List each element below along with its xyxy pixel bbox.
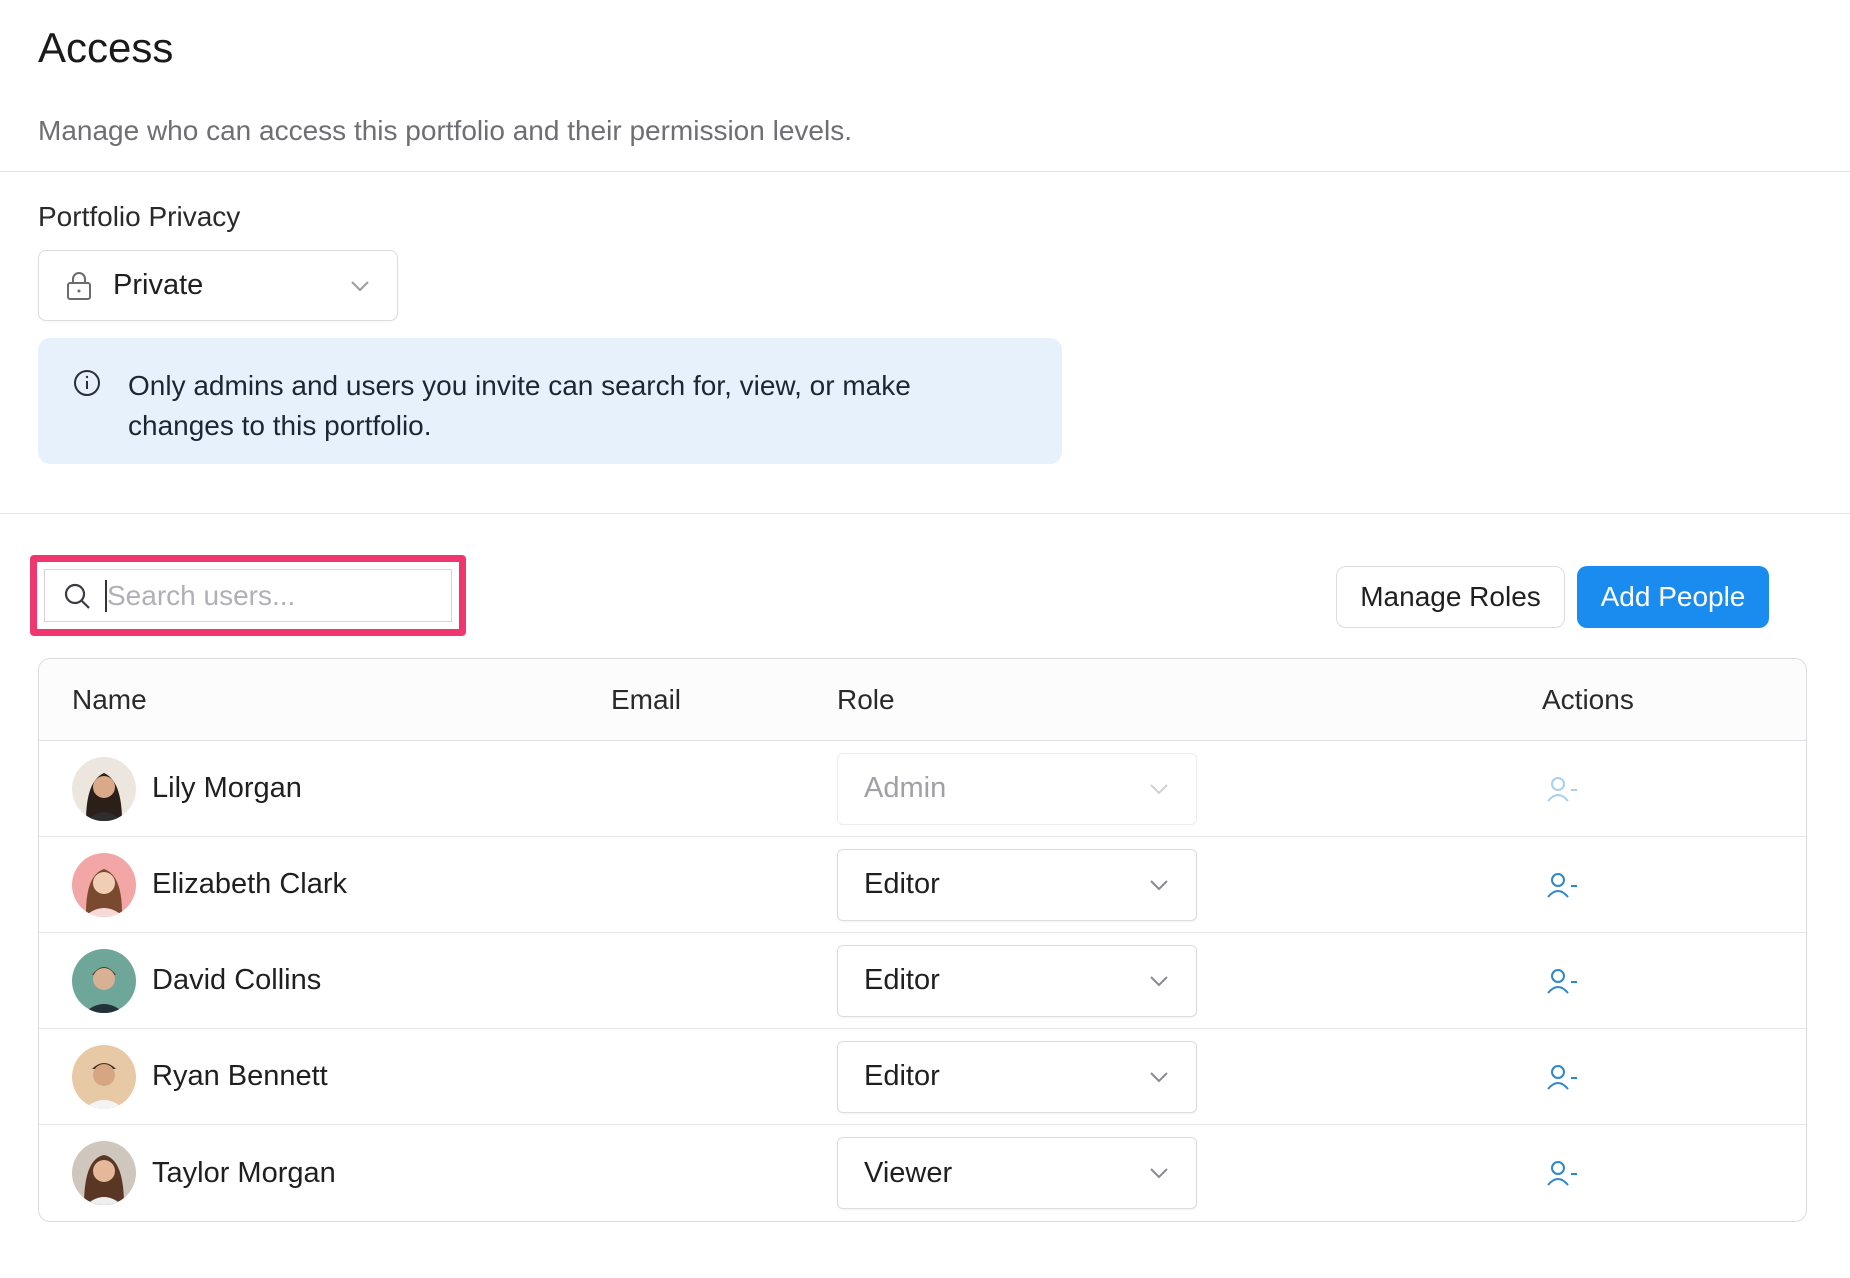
info-icon (72, 368, 102, 398)
actions-cell (1542, 967, 1806, 995)
user-name-cell: Taylor Morgan (39, 1141, 611, 1205)
privacy-info-box: Only admins and users you invite can sea… (38, 338, 1062, 464)
user-name: Taylor Morgan (152, 1156, 336, 1189)
remove-user-icon[interactable] (1546, 1159, 1578, 1187)
privacy-value: Private (113, 269, 204, 301)
chevron-down-icon (1148, 1166, 1170, 1180)
users-table: Name Email Role Actions Lily Morgan Admi… (38, 658, 1807, 1222)
privacy-label: Portfolio Privacy (38, 201, 241, 232)
user-name: Lily Morgan (152, 772, 302, 804)
remove-user-icon[interactable] (1546, 871, 1578, 899)
role-select[interactable]: Editor (837, 1040, 1197, 1113)
search-input[interactable] (105, 579, 435, 612)
user-name-cell: Ryan Bennett (39, 1044, 611, 1109)
privacy-select[interactable]: Private (38, 250, 398, 321)
role-value: Editor (864, 964, 940, 996)
table-row: David Collins Editor (39, 933, 1806, 1029)
role-cell: Editor (837, 1040, 1542, 1113)
avatar (72, 852, 136, 917)
role-select[interactable]: Viewer (837, 1137, 1197, 1209)
role-cell: Editor (837, 944, 1542, 1017)
add-people-button[interactable]: Add People (1577, 566, 1769, 628)
remove-user-icon[interactable] (1546, 967, 1578, 995)
chevron-down-icon (1148, 1070, 1170, 1084)
role-cell: Editor (837, 848, 1542, 921)
column-header-role: Role (837, 683, 895, 715)
chevron-down-icon (1148, 782, 1170, 796)
chevron-down-icon (1148, 878, 1170, 892)
user-name: David Collins (152, 964, 322, 996)
role-select[interactable]: Editor (837, 944, 1197, 1017)
column-header-email: Email (611, 683, 682, 715)
remove-user-icon (1546, 775, 1578, 803)
avatar (72, 1044, 136, 1109)
user-name-cell: David Collins (39, 948, 611, 1013)
role-select[interactable]: Editor (837, 848, 1197, 921)
table-row: Taylor Morgan Viewer (39, 1125, 1806, 1221)
chevron-down-icon (1148, 974, 1170, 988)
user-name: Elizabeth Clark (152, 868, 348, 900)
table-row: Elizabeth Clark Editor (39, 837, 1806, 933)
access-page: Access Manage who can access this portfo… (0, 0, 1850, 1278)
role-select: Admin (837, 752, 1197, 825)
page-header: Access Manage who can access this portfo… (0, 0, 1850, 172)
avatar (72, 1141, 136, 1205)
page-title: Access (38, 24, 174, 71)
role-value: Editor (864, 1060, 940, 1092)
role-cell: Viewer (837, 1137, 1542, 1209)
role-value: Viewer (864, 1156, 953, 1189)
actions-cell (1542, 775, 1806, 803)
table-row: Ryan Bennett Editor (39, 1029, 1806, 1125)
user-name-cell: Elizabeth Clark (39, 852, 611, 917)
users-section: Manage Roles Add People Name Email Role … (0, 514, 1850, 1222)
lock-icon (65, 271, 93, 301)
remove-user-icon[interactable] (1546, 1063, 1578, 1091)
role-cell: Admin (837, 752, 1542, 825)
table-header: Name Email Role Actions (39, 659, 1806, 741)
search-box[interactable] (44, 569, 452, 622)
column-header-actions: Actions (1542, 683, 1634, 715)
actions-cell (1542, 871, 1806, 899)
chevron-down-icon (349, 279, 371, 293)
actions-cell (1542, 1159, 1806, 1187)
table-row: Lily Morgan Admin (39, 741, 1806, 837)
manage-roles-button[interactable]: Manage Roles (1336, 566, 1565, 628)
role-value: Editor (864, 868, 940, 900)
role-value: Admin (864, 772, 947, 804)
column-header-name: Name (72, 683, 147, 715)
privacy-section: Portfolio Privacy Private Only admins an… (0, 172, 1850, 514)
users-toolbar: Manage Roles Add People (30, 514, 1812, 658)
page-subtitle: Manage who can access this portfolio and… (38, 115, 852, 146)
user-name: Ryan Bennett (152, 1060, 328, 1092)
search-icon (63, 582, 91, 610)
avatar (72, 948, 136, 1013)
user-name-cell: Lily Morgan (39, 756, 611, 821)
avatar (72, 756, 136, 821)
actions-cell (1542, 1063, 1806, 1091)
privacy-info-text: Only admins and users you invite can sea… (128, 370, 911, 441)
